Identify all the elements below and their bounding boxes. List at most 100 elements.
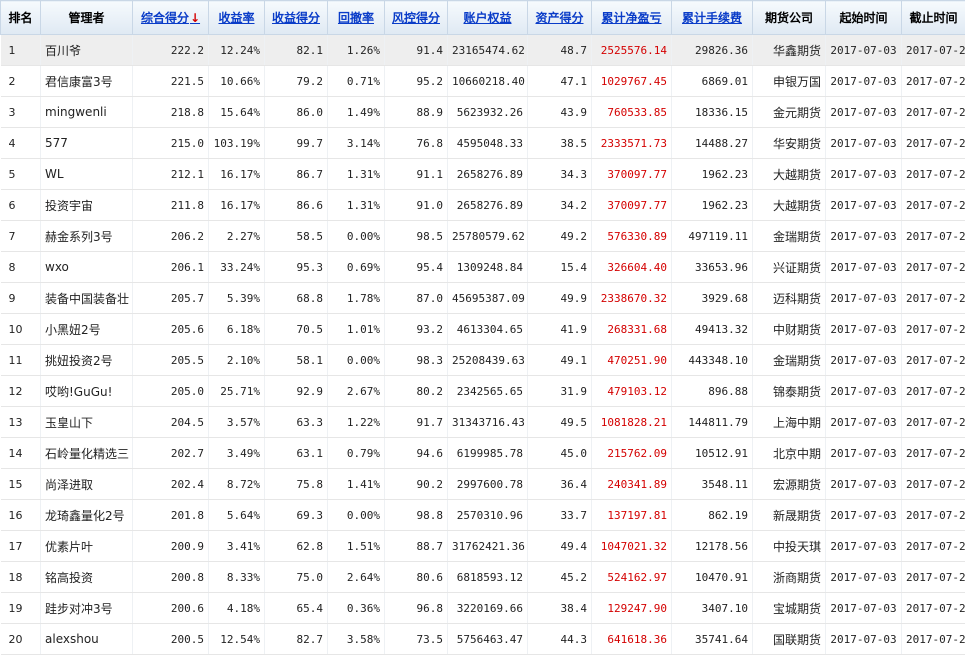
start-cell: 2017-07-03 [826, 376, 902, 407]
return-score-cell: 58.1 [265, 345, 328, 376]
start-cell: 2017-07-03 [826, 314, 902, 345]
asset-score-cell: 49.9 [528, 283, 592, 314]
net-profit-cell: 576330.89 [592, 221, 672, 252]
table-row[interactable]: 12哎哟!GuGu!205.025.71%92.92.67%80.2234256… [1, 376, 965, 407]
equity-cell: 3220169.66 [448, 593, 528, 624]
column-header-asset-score[interactable]: 资产得分 [528, 1, 592, 35]
manager-cell: wxo [41, 252, 133, 283]
end-cell: 2017-07-24 [902, 438, 965, 469]
equity-cell: 2342565.65 [448, 376, 528, 407]
equity-cell: 45695387.09 [448, 283, 528, 314]
column-header-label: 回撤率 [338, 11, 374, 25]
start-cell: 2017-07-03 [826, 345, 902, 376]
table-row[interactable]: 14石岭量化精选三202.73.49%63.10.79%94.66199985.… [1, 438, 965, 469]
company-cell: 大越期货 [753, 190, 826, 221]
return-cell: 8.72% [209, 469, 265, 500]
risk-score-cell: 90.2 [385, 469, 448, 500]
return-cell: 6.18% [209, 314, 265, 345]
rank-cell: 15 [1, 469, 41, 500]
company-cell: 中财期货 [753, 314, 826, 345]
table-row[interactable]: 18铭高投资200.88.33%75.02.64%80.66818593.124… [1, 562, 965, 593]
company-cell: 申银万国 [753, 66, 826, 97]
end-cell: 2017-07-24 [902, 128, 965, 159]
end-cell: 2017-07-24 [902, 500, 965, 531]
score-cell: 200.5 [133, 624, 209, 655]
table-row[interactable]: 8wxo206.133.24%95.30.69%95.41309248.8415… [1, 252, 965, 283]
net-profit-cell: 2333571.73 [592, 128, 672, 159]
column-header-return[interactable]: 收益率 [209, 1, 265, 35]
table-row[interactable]: 15尚泽进取202.48.72%75.81.41%90.22997600.783… [1, 469, 965, 500]
column-header-risk-score[interactable]: 风控得分 [385, 1, 448, 35]
table-row[interactable]: 6投资宇宙211.816.17%86.61.31%91.02658276.893… [1, 190, 965, 221]
rank-cell: 8 [1, 252, 41, 283]
column-header-score[interactable]: 综合得分↓ [133, 1, 209, 35]
rank-cell: 6 [1, 190, 41, 221]
score-cell: 205.5 [133, 345, 209, 376]
net-profit-cell: 479103.12 [592, 376, 672, 407]
table-row[interactable]: 20alexshou200.512.54%82.73.58%73.5575646… [1, 624, 965, 655]
rank-cell: 16 [1, 500, 41, 531]
column-header-drawdown[interactable]: 回撤率 [328, 1, 385, 35]
drawdown-cell: 1.01% [328, 314, 385, 345]
start-cell: 2017-07-03 [826, 593, 902, 624]
equity-cell: 6199985.78 [448, 438, 528, 469]
table-row[interactable]: 19跬步对冲3号200.64.18%65.40.36%96.83220169.6… [1, 593, 965, 624]
equity-cell: 2997600.78 [448, 469, 528, 500]
company-cell: 中投天琪 [753, 531, 826, 562]
column-header-equity[interactable]: 账户权益 [448, 1, 528, 35]
table-row[interactable]: 17优素片叶200.93.41%62.81.51%88.731762421.36… [1, 531, 965, 562]
company-cell: 新晟期货 [753, 500, 826, 531]
table-row[interactable]: 3mingwenli218.815.64%86.01.49%88.9562393… [1, 97, 965, 128]
table-row[interactable]: 4577215.0103.19%99.73.14%76.84595048.333… [1, 128, 965, 159]
sort-desc-arrow-icon: ↓ [190, 11, 200, 25]
company-cell: 锦泰期货 [753, 376, 826, 407]
risk-score-cell: 98.8 [385, 500, 448, 531]
score-cell: 205.7 [133, 283, 209, 314]
end-cell: 2017-07-24 [902, 407, 965, 438]
table-row[interactable]: 1百川爷222.212.24%82.11.26%91.423165474.624… [1, 35, 965, 66]
return-score-cell: 63.3 [265, 407, 328, 438]
manager-cell: WL [41, 159, 133, 190]
net-profit-cell: 524162.97 [592, 562, 672, 593]
fees-cell: 12178.56 [672, 531, 753, 562]
table-row[interactable]: 7赫金系列3号206.22.27%58.50.00%98.525780579.6… [1, 221, 965, 252]
return-score-cell: 62.8 [265, 531, 328, 562]
equity-cell: 10660218.40 [448, 66, 528, 97]
equity-cell: 2658276.89 [448, 159, 528, 190]
drawdown-cell: 1.49% [328, 97, 385, 128]
net-profit-cell: 129247.90 [592, 593, 672, 624]
table-row[interactable]: 11挑妞投资2号205.52.10%58.10.00%98.325208439.… [1, 345, 965, 376]
return-score-cell: 75.8 [265, 469, 328, 500]
start-cell: 2017-07-03 [826, 128, 902, 159]
manager-cell: 跬步对冲3号 [41, 593, 133, 624]
column-header-manager: 管理者 [41, 1, 133, 35]
table-row[interactable]: 10小黑妞2号205.66.18%70.51.01%93.24613304.65… [1, 314, 965, 345]
manager-cell: 优素片叶 [41, 531, 133, 562]
company-cell: 华鑫期货 [753, 35, 826, 66]
risk-score-cell: 91.0 [385, 190, 448, 221]
return-cell: 3.57% [209, 407, 265, 438]
risk-score-cell: 80.6 [385, 562, 448, 593]
risk-score-cell: 91.7 [385, 407, 448, 438]
start-cell: 2017-07-03 [826, 283, 902, 314]
net-profit-cell: 1047021.32 [592, 531, 672, 562]
equity-cell: 1309248.84 [448, 252, 528, 283]
table-row[interactable]: 5WL212.116.17%86.71.31%91.12658276.8934.… [1, 159, 965, 190]
start-cell: 2017-07-03 [826, 66, 902, 97]
column-header-fees[interactable]: 累计手续费 [672, 1, 753, 35]
return-score-cell: 86.0 [265, 97, 328, 128]
table-row[interactable]: 2君信康富3号221.510.66%79.20.71%95.210660218.… [1, 66, 965, 97]
table-row[interactable]: 16龙琦鑫量化2号201.85.64%69.30.00%98.82570310.… [1, 500, 965, 531]
table-row[interactable]: 13玉皇山下204.53.57%63.31.22%91.731343716.43… [1, 407, 965, 438]
manager-cell: 石岭量化精选三 [41, 438, 133, 469]
table-row[interactable]: 9装备中国装备壮205.75.39%68.81.78%87.045695387.… [1, 283, 965, 314]
asset-score-cell: 31.9 [528, 376, 592, 407]
equity-cell: 6818593.12 [448, 562, 528, 593]
score-cell: 200.9 [133, 531, 209, 562]
start-cell: 2017-07-03 [826, 97, 902, 128]
risk-score-cell: 94.6 [385, 438, 448, 469]
end-cell: 2017-07-24 [902, 469, 965, 500]
column-header-return-score[interactable]: 收益得分 [265, 1, 328, 35]
column-header-net-profit[interactable]: 累计净盈亏 [592, 1, 672, 35]
column-header-end: 截止时间 [902, 1, 965, 35]
